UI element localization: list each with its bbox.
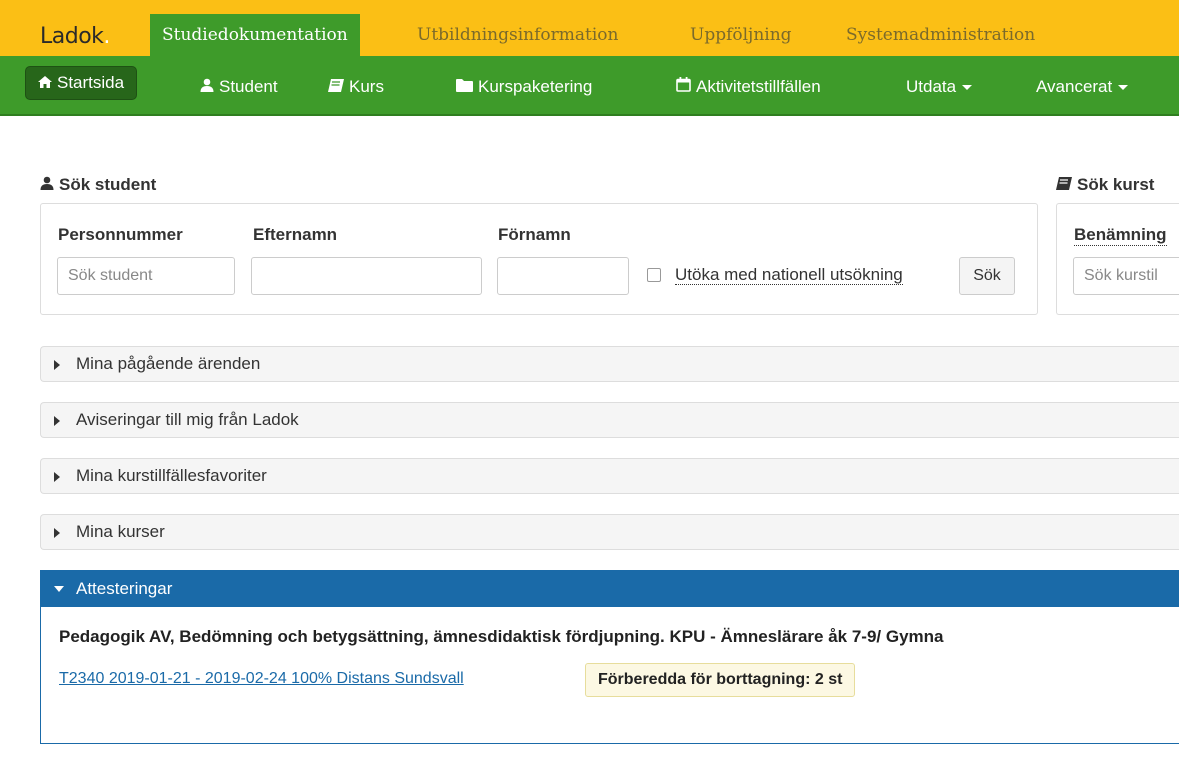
nav-utdata-label: Utdata	[906, 77, 957, 96]
benamning-label: Benämning	[1074, 225, 1167, 246]
accordion-title: Mina kurstillfällesfavoriter	[76, 466, 267, 485]
module-tab-uppfoljning[interactable]: Uppföljning	[678, 14, 804, 56]
nav-student-label: Student	[219, 77, 278, 96]
caret-down-icon	[54, 586, 64, 592]
accordion-attesteringar: Attesteringar Pedagogik AV, Bedömning oc…	[40, 570, 1179, 744]
course-search-input[interactable]	[1073, 257, 1179, 295]
nav-avancerat-label: Avancerat	[1036, 77, 1113, 96]
home-icon	[38, 67, 52, 99]
ladok-logo[interactable]: Ladok.	[40, 24, 110, 49]
nav-student[interactable]: Student	[200, 70, 278, 104]
book-icon	[1056, 175, 1072, 195]
student-search-title: Sök student	[40, 175, 156, 195]
nav-kurs[interactable]: Kurs	[328, 70, 384, 104]
nav-kurs-label: Kurs	[349, 77, 384, 96]
fornamn-label: Förnamn	[498, 225, 571, 244]
folder-icon	[456, 70, 473, 104]
student-search-button[interactable]: Sök	[959, 257, 1015, 295]
book-icon	[328, 70, 344, 104]
student-search-title-text: Sök student	[59, 175, 157, 194]
module-tab-utbildningsinformation[interactable]: Utbildningsinformation	[405, 14, 631, 56]
attest-course-title: Pedagogik AV, Bedömning och betygsättnin…	[59, 627, 944, 646]
nav-startsida[interactable]: Startsida	[25, 66, 138, 100]
national-search-label[interactable]: Utöka med nationell utsökning	[675, 266, 903, 285]
personnummer-label: Personnummer	[58, 225, 183, 244]
accordion-mina-kurser[interactable]: Mina kurser	[40, 514, 1179, 550]
module-tab-systemadministration[interactable]: Systemadministration	[834, 14, 1047, 56]
caret-right-icon	[54, 416, 60, 426]
logo-dot: .	[103, 24, 110, 49]
user-icon	[200, 70, 214, 104]
efternamn-input[interactable]	[251, 257, 482, 295]
course-search-title-text: Sök kurst	[1077, 175, 1155, 194]
accordion-title: Mina kurser	[76, 522, 165, 541]
caret-right-icon	[54, 472, 60, 482]
nav-aktivitetstillfallen[interactable]: Aktivitetstillfällen	[676, 70, 821, 104]
attest-course-link[interactable]: T2340 2019-01-21 - 2019-02-24 100% Dista…	[59, 670, 464, 688]
user-icon	[40, 175, 54, 195]
personnummer-input[interactable]	[57, 257, 235, 295]
accordion-title: Mina pågående ärenden	[76, 354, 261, 373]
attesteringar-header[interactable]: Attesteringar	[41, 571, 1179, 607]
course-search-title: Sök kurst	[1056, 175, 1154, 195]
accordion-aviseringar[interactable]: Aviseringar till mig från Ladok	[40, 402, 1179, 438]
nav-kurspaketering-label: Kurspaketering	[478, 77, 593, 96]
caret-down-icon	[962, 85, 973, 91]
nav-kurspaketering[interactable]: Kurspaketering	[456, 70, 592, 104]
caret-right-icon	[54, 528, 60, 538]
attest-status-badge: Förberedda för borttagning: 2 st	[585, 663, 856, 697]
nav-startsida-label: Startsida	[57, 73, 125, 92]
attesteringar-title: Attesteringar	[76, 579, 173, 598]
caret-down-icon	[1118, 85, 1129, 91]
accordion-title: Aviseringar till mig från Ladok	[76, 410, 299, 429]
calendar-icon	[676, 70, 691, 104]
logo-text: Ladok	[40, 24, 104, 49]
accordion-kurstillfallesfavoriter[interactable]: Mina kurstillfällesfavoriter	[40, 458, 1179, 494]
accordion-mina-pagaende-arenden[interactable]: Mina pågående ärenden	[40, 346, 1179, 382]
nav-aktivitetstillfallen-label: Aktivitetstillfällen	[696, 77, 821, 96]
caret-right-icon	[54, 360, 60, 370]
national-search-checkbox[interactable]	[647, 268, 661, 282]
nav-avancerat-dropdown[interactable]: Avancerat	[1036, 70, 1129, 104]
module-tab-studiedokumentation[interactable]: Studiedokumentation	[150, 14, 360, 56]
efternamn-label: Efternamn	[253, 225, 338, 244]
nav-utdata-dropdown[interactable]: Utdata	[906, 70, 973, 104]
fornamn-input[interactable]	[497, 257, 629, 295]
